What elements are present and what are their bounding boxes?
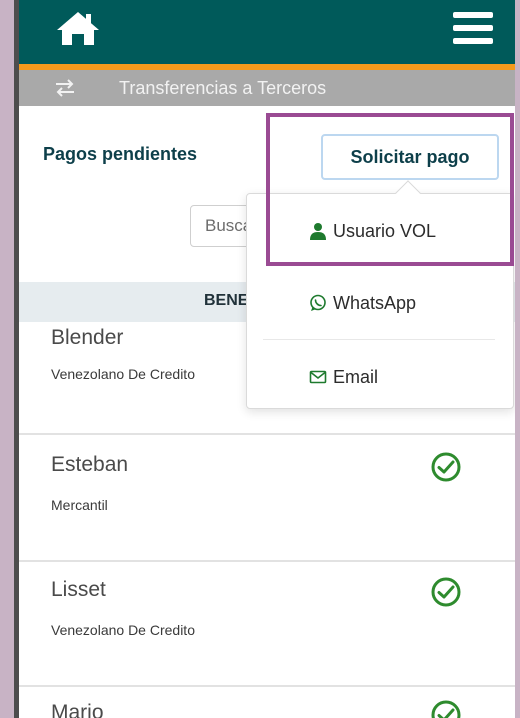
dropdown-item-whatsapp[interactable]: WhatsApp	[247, 283, 515, 323]
whatsapp-icon	[310, 294, 326, 311]
dropdown-item-label: Email	[333, 366, 379, 387]
beneficiary-bank: Mercantil	[51, 497, 108, 513]
beneficiary-bank: Venezolano De Credito	[51, 622, 195, 638]
check-circle-icon	[431, 700, 461, 718]
app-screen: Transferencias a Terceros Pagos pendient…	[19, 0, 515, 718]
swap-arrows-icon	[56, 79, 74, 97]
left-frame	[0, 0, 19, 718]
beneficiary-name: Blender	[51, 326, 124, 349]
top-navbar	[19, 0, 515, 64]
dropdown-item-label: WhatsApp	[333, 292, 417, 313]
table-row[interactable]: Lisset Venezolano De Credito	[19, 562, 515, 687]
beneficiary-name: Lisset	[51, 578, 106, 601]
request-payment-dropdown: Usuario VOL WhatsApp Email	[246, 180, 515, 409]
dropdown-item-usuario-vol[interactable]: Usuario VOL	[247, 211, 515, 251]
dropdown-item-email[interactable]: Email	[247, 357, 515, 397]
dropdown-divider	[263, 339, 495, 340]
check-circle-icon	[431, 577, 461, 607]
check-circle-icon	[431, 452, 461, 482]
right-frame	[515, 0, 520, 718]
user-icon	[310, 223, 326, 240]
beneficiary-name: Esteban	[51, 453, 129, 476]
beneficiary-name: Mario	[51, 701, 104, 718]
pending-payments-title: Pagos pendientes	[43, 144, 198, 164]
home-icon[interactable]	[53, 8, 103, 48]
beneficiary-bank: Venezolano De Credito	[51, 366, 195, 382]
dropdown-item-label: Usuario VOL	[333, 220, 437, 241]
table-row[interactable]: Mario	[19, 687, 515, 718]
section-subheader: Transferencias a Terceros	[19, 70, 515, 106]
request-payment-button[interactable]: Solicitar pago	[321, 134, 499, 180]
envelope-icon	[309, 370, 327, 384]
subheader-title: Transferencias a Terceros	[119, 77, 327, 98]
table-row[interactable]: Esteban Mercantil	[19, 435, 515, 562]
hamburger-menu-icon[interactable]	[451, 8, 495, 48]
dropdown-caret	[395, 180, 421, 206]
